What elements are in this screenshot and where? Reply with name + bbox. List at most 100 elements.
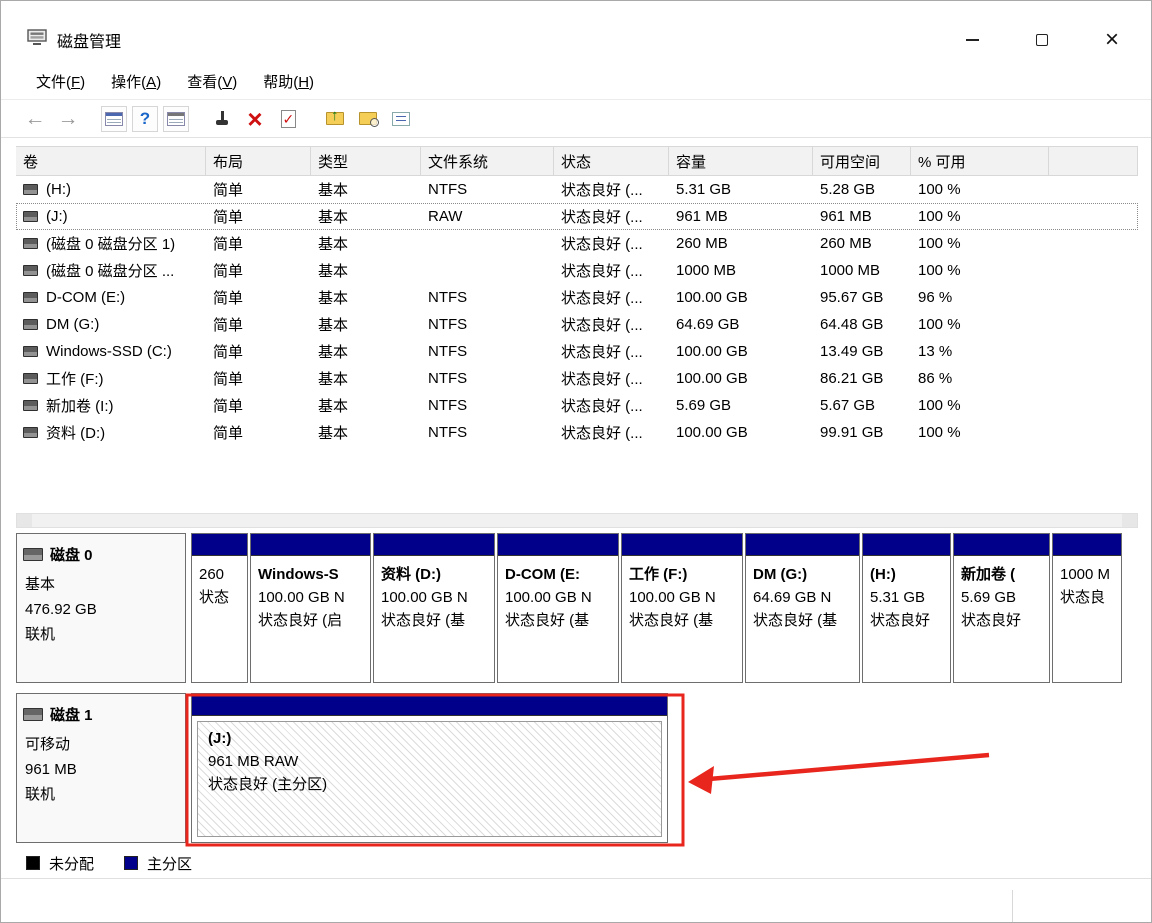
minimize-icon (966, 39, 979, 41)
volume-row[interactable]: DM (G:)简单基本NTFS状态良好 (...64.69 GB64.48 GB… (16, 311, 1138, 338)
volume-row[interactable]: (磁盘 0 磁盘分区 ...简单基本状态良好 (...1000 MB1000 M… (16, 257, 1138, 284)
help-button[interactable]: ? (132, 106, 158, 132)
partition-line: 状态 (199, 586, 244, 609)
volume-row[interactable]: D-COM (E:)简单基本NTFS状态良好 (...100.00 GB95.6… (16, 284, 1138, 311)
volume-row[interactable]: (H:)简单基本NTFS状态良好 (...5.31 GB5.28 GB100 % (16, 176, 1138, 203)
partition-body: 1000 M状态良 (1053, 556, 1121, 682)
maximize-button[interactable] (1019, 23, 1065, 57)
commit-changes-button[interactable] (274, 105, 302, 133)
volume-row[interactable]: (磁盘 0 磁盘分区 1)简单基本状态良好 (...260 MB260 MB10… (16, 230, 1138, 257)
partition-title: 工作 (F:) (629, 563, 739, 586)
volume-percent_free: 100 % (911, 397, 1049, 414)
volume-percent_free: 100 % (911, 424, 1049, 441)
partition-body: D-COM (E:100.00 GB N状态良好 (基 (498, 556, 618, 682)
volume-name-cell: (磁盘 0 磁盘分区 ... (16, 260, 206, 281)
volume-free: 86.21 GB (813, 370, 911, 387)
volume-icon (23, 238, 38, 249)
column-header-2[interactable]: 布局 (206, 147, 311, 175)
volume-name-cell: 工作 (F:) (16, 368, 206, 389)
partition-body: 工作 (F:)100.00 GB N状态良好 (基 (622, 556, 742, 682)
partition[interactable]: 新加卷 (5.69 GB状态良好 (953, 533, 1050, 683)
explore-button[interactable] (354, 105, 382, 133)
volume-type: 基本 (311, 206, 421, 227)
partition-title: (H:) (870, 563, 947, 586)
list-view-icon (105, 112, 123, 126)
volume-row[interactable]: 资料 (D:)简单基本NTFS状态良好 (...100.00 GB99.91 G… (16, 419, 1138, 446)
column-header-5[interactable]: 状态 (554, 147, 669, 175)
properties-form-icon (392, 112, 410, 126)
column-header-6[interactable]: 容量 (669, 147, 813, 175)
volume-row[interactable]: 新加卷 (I:)简单基本NTFS状态良好 (...5.69 GB5.67 GB1… (16, 392, 1138, 419)
partition[interactable]: (H:)5.31 GB状态良好 (862, 533, 951, 683)
partitions: 260状态Windows-S100.00 GB N状态良好 (启资料 (D:)1… (191, 533, 1124, 683)
disk-info-panel[interactable]: 磁盘 1可移动961 MB联机 (16, 693, 186, 843)
volume-name-cell: (H:) (16, 181, 206, 198)
volume-capacity: 1000 MB (669, 262, 813, 279)
detail-view-icon (167, 112, 185, 126)
partition[interactable]: D-COM (E:100.00 GB N状态良好 (基 (497, 533, 619, 683)
back-button[interactable]: ← (21, 105, 49, 133)
column-header-3[interactable]: 类型 (311, 147, 421, 175)
volume-name-cell: Windows-SSD (C:) (16, 343, 206, 360)
volume-icon (23, 184, 38, 195)
horizontal-scrollbar[interactable] (16, 513, 1138, 528)
volume-layout: 简单 (206, 368, 311, 389)
status-bar (1, 878, 1151, 922)
volume-label: (H:) (46, 181, 71, 198)
column-header-8[interactable]: % 可用 (911, 147, 1049, 175)
volume-type: 基本 (311, 287, 421, 308)
action-tool-button[interactable] (208, 105, 236, 133)
menu-item-4[interactable]: 帮助(H) (250, 65, 327, 98)
partition-body: (J:)961 MB RAW状态良好 (主分区) (192, 716, 667, 842)
console-tree-button[interactable] (101, 106, 127, 132)
partition-type-bar (863, 534, 950, 556)
menu-item-1[interactable]: 文件(F) (23, 65, 98, 98)
properties-button[interactable] (387, 105, 415, 133)
volume-row[interactable]: Windows-SSD (C:)简单基本NTFS状态良好 (...100.00 … (16, 338, 1138, 365)
partition[interactable]: 260状态 (191, 533, 248, 683)
disk-detail: 476.92 GB (23, 597, 181, 622)
volume-row[interactable]: 工作 (F:)简单基本NTFS状态良好 (...100.00 GB86.21 G… (16, 365, 1138, 392)
column-header-1[interactable]: 卷 (16, 147, 206, 175)
partition-body: (H:)5.31 GB状态良好 (863, 556, 950, 682)
partition-line: 状态良好 (主分区) (208, 773, 658, 796)
partition-line: 状态良好 (基 (753, 609, 856, 632)
partition[interactable]: 资料 (D:)100.00 GB N状态良好 (基 (373, 533, 495, 683)
partition-line: 状态良好 (启 (258, 609, 367, 632)
volume-capacity: 100.00 GB (669, 343, 813, 360)
volume-row[interactable]: (J:)简单基本RAW状态良好 (...961 MB961 MB100 % (16, 203, 1138, 230)
partition[interactable]: 1000 M状态良 (1052, 533, 1122, 683)
partition-body: 新加卷 (5.69 GB状态良好 (954, 556, 1049, 682)
volume-icon (23, 400, 38, 411)
volume-layout: 简单 (206, 179, 311, 200)
partition[interactable]: 工作 (F:)100.00 GB N状态良好 (基 (621, 533, 743, 683)
delete-volume-button[interactable]: × (241, 105, 269, 133)
legend-label: 未分配 (49, 853, 94, 874)
menu-item-2[interactable]: 操作(A) (98, 65, 174, 98)
volume-filesystem: NTFS (421, 289, 554, 306)
disk-info-panel[interactable]: 磁盘 0基本476.92 GB联机 (16, 533, 186, 683)
partition[interactable]: Windows-S100.00 GB N状态良好 (启 (250, 533, 371, 683)
disk-detail: 联机 (23, 622, 181, 647)
column-header-7[interactable]: 可用空间 (813, 147, 911, 175)
disk-row-0: 磁盘 0基本476.92 GB联机260状态Windows-S100.00 GB… (16, 533, 1124, 683)
open-folder-button[interactable] (321, 105, 349, 133)
menu-item-3[interactable]: 查看(V) (174, 65, 250, 98)
volume-free: 260 MB (813, 235, 911, 252)
close-button[interactable]: × (1089, 23, 1135, 57)
disk-icon (23, 708, 43, 721)
minimize-button[interactable] (949, 23, 995, 57)
volume-type: 基本 (311, 314, 421, 335)
volume-percent_free: 13 % (911, 343, 1049, 360)
partition-type-bar (746, 534, 859, 556)
partition[interactable]: (J:)961 MB RAW状态良好 (主分区) (191, 693, 668, 843)
detail-view-button[interactable] (163, 106, 189, 132)
volume-layout: 简单 (206, 260, 311, 281)
volume-free: 961 MB (813, 208, 911, 225)
volume-icon (23, 211, 38, 222)
forward-button[interactable]: → (54, 105, 82, 133)
column-header-4[interactable]: 文件系统 (421, 147, 554, 175)
partition[interactable]: DM (G:)64.69 GB N状态良好 (基 (745, 533, 860, 683)
legend-label: 主分区 (147, 853, 192, 874)
partition-line: 100.00 GB N (505, 586, 615, 609)
